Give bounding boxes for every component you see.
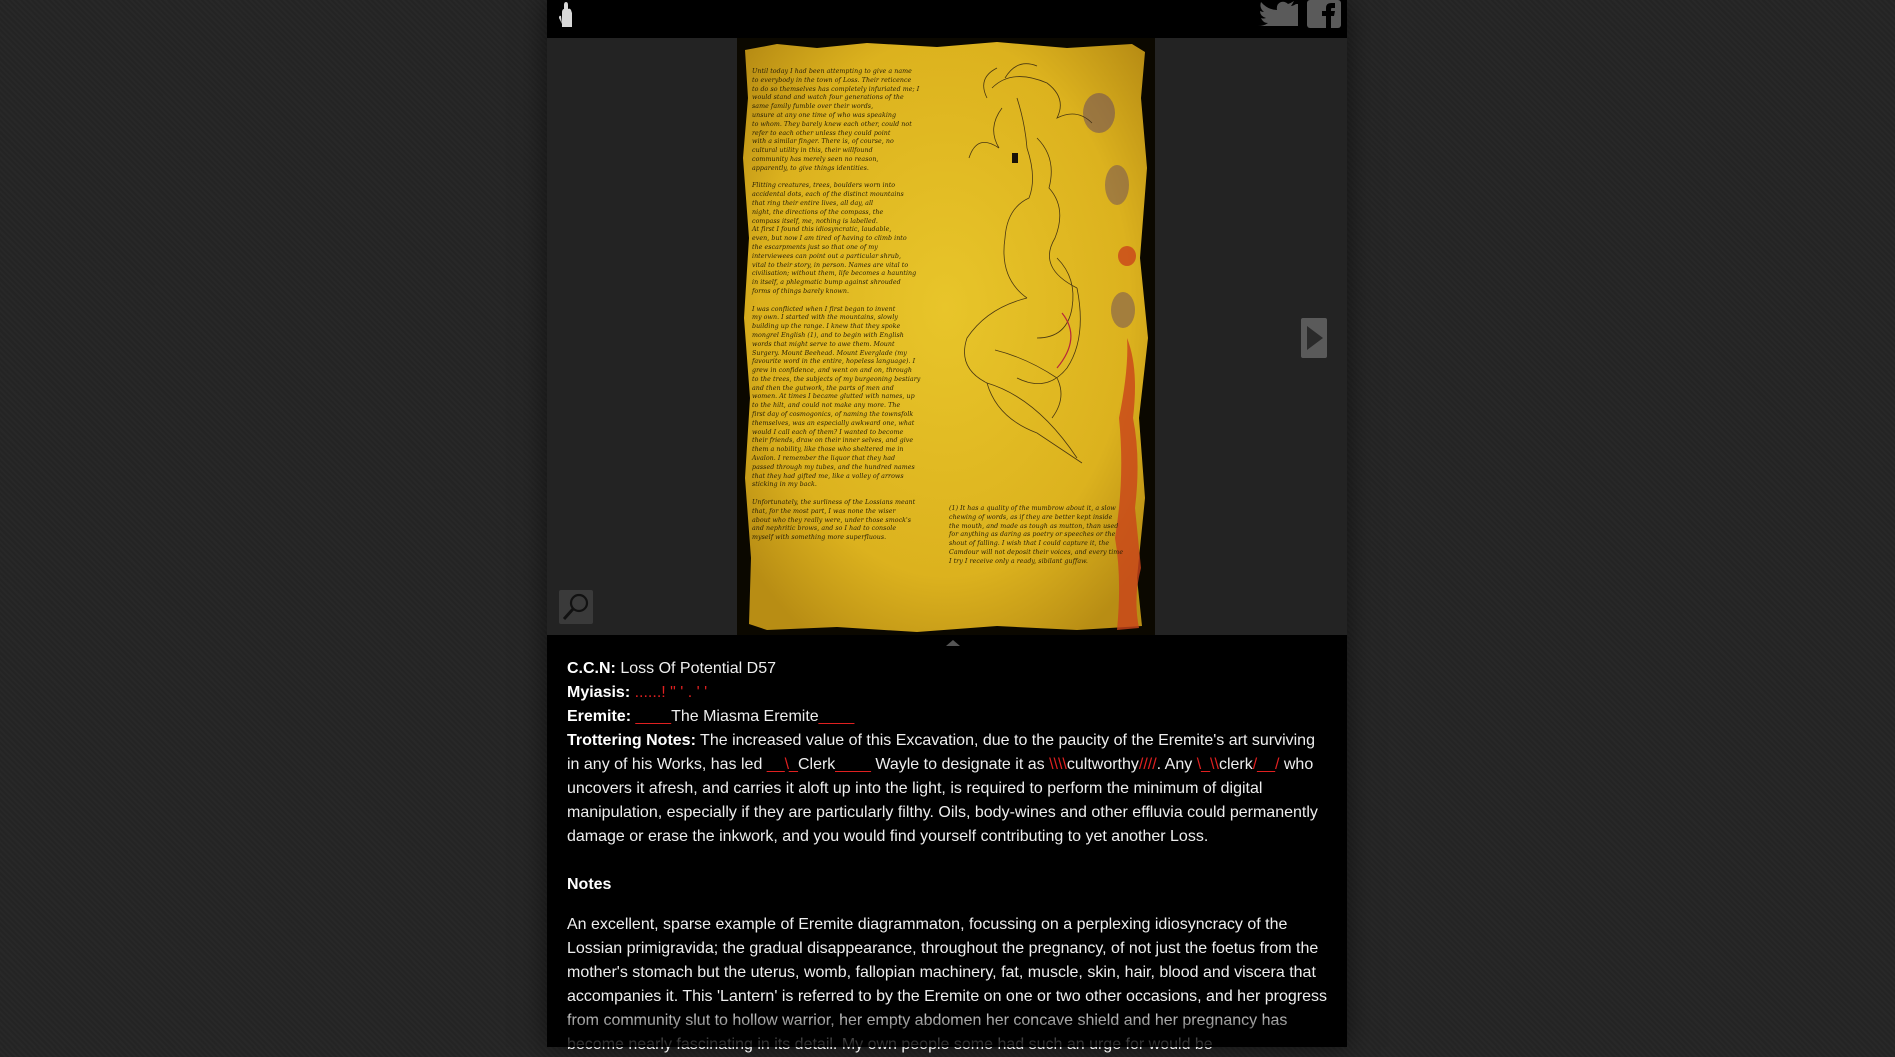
clerk2-prefix: \_\\	[1196, 756, 1219, 773]
twitter-icon[interactable]	[1256, 0, 1298, 26]
clerk-prefix: __\_	[766, 756, 798, 773]
eremite-row: Eremite: ____The Miasma Eremite____	[567, 705, 1327, 729]
ccn-label: C.C.N:	[567, 660, 616, 677]
trottering-notes: Trottering Notes: The increased value of…	[567, 729, 1327, 849]
myiasis-label: Myiasis:	[567, 684, 631, 701]
cultworthy-word: cultworthy	[1066, 756, 1139, 773]
clerk-name: Clerk	[797, 756, 836, 773]
eremite-suffix: ____	[818, 708, 855, 725]
clerk2-word: clerk	[1218, 756, 1253, 773]
top-bar	[547, 0, 1347, 38]
zoom-button[interactable]	[559, 590, 593, 624]
clerk2-suffix: /__/	[1252, 756, 1280, 773]
trottering-label: Trottering Notes:	[567, 732, 696, 749]
magnifier-icon	[562, 593, 589, 621]
hand-logo-icon[interactable]	[553, 0, 581, 28]
eremite-label: Eremite:	[567, 708, 632, 725]
content-column: Until today I had been attempting to giv…	[547, 0, 1347, 1053]
artwork-viewer: Until today I had been attempting to giv…	[547, 38, 1347, 635]
trottering-text-2: Wayle to designate it as	[875, 756, 1045, 773]
artwork-page[interactable]: Until today I had been attempting to giv…	[737, 38, 1155, 635]
bottom-fade	[547, 1007, 1347, 1047]
myiasis-row: Myiasis: ......! " ' . ' '	[567, 681, 1327, 705]
caret-up-icon[interactable]	[946, 640, 960, 646]
cultworthy-prefix: \\\\	[1049, 756, 1067, 773]
ccn-row: C.C.N: Loss Of Potential D57	[567, 657, 1327, 681]
clerk-suffix: ____	[835, 756, 871, 773]
myiasis-value: ......! " ' . ' '	[634, 684, 708, 701]
facebook-icon[interactable]	[1307, 0, 1341, 28]
eremite-value: The Miasma Eremite	[671, 708, 819, 725]
notes-heading: Notes	[567, 876, 612, 893]
ccn-value: Loss Of Potential D57	[620, 660, 776, 677]
artwork-details: C.C.N: Loss Of Potential D57 Myiasis: ..…	[567, 657, 1327, 1057]
cultworthy-suffix: ////	[1138, 756, 1157, 773]
artwork-handwriting-footnote: (1) It has a quality of the mumbrow abou…	[949, 505, 1124, 565]
trottering-text-3: . Any	[1156, 756, 1193, 773]
eremite-prefix: ____	[635, 708, 672, 725]
play-arrow-icon[interactable]	[1301, 318, 1327, 358]
artwork-handwriting-main: Until today I had been attempting to giv…	[752, 68, 921, 542]
